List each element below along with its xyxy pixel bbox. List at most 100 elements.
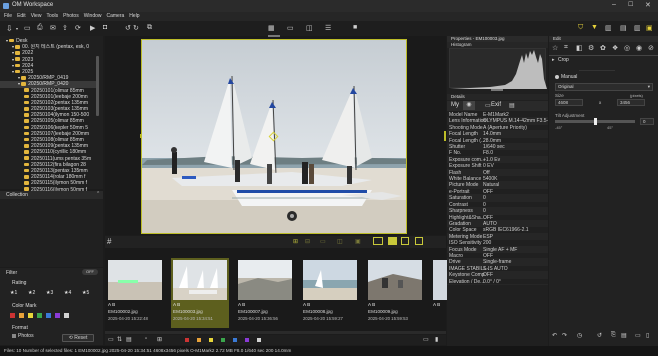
video-icon[interactable]: ▶ [90, 24, 95, 32]
color-mark-button[interactable] [185, 337, 189, 342]
rating-star-5[interactable]: ★5 [82, 290, 100, 296]
filter-toggle[interactable]: OFF [82, 269, 98, 275]
art-tool-icon[interactable]: ❖ [612, 44, 618, 52]
share-icon[interactable]: ⟳ [75, 24, 81, 32]
preview-image[interactable] [141, 39, 407, 234]
paste-edit-icon[interactable]: ▤ [621, 332, 627, 339]
color-mark-swatch[interactable] [10, 313, 15, 319]
slider-icon[interactable]: ⊟ [305, 238, 310, 245]
camera-icon[interactable]: ◘ [103, 24, 107, 31]
crop-tool-icon[interactable]: ⌗ [564, 44, 568, 52]
color-mark-swatch[interactable] [28, 313, 33, 319]
viewer-right-handle[interactable] [444, 131, 446, 141]
view-mode-1-icon[interactable] [373, 237, 383, 245]
stack-icon[interactable]: ⧉ [147, 24, 152, 32]
thumbnail[interactable]: A B EM100008.jpg 2025-04-20 15:59:27 [301, 258, 359, 328]
filter-icon[interactable]: ▼ [591, 24, 598, 31]
delete-icon[interactable]: ▭ [423, 336, 429, 343]
viewer-left-handle[interactable] [140, 134, 142, 138]
tilt-slider-thumb[interactable] [593, 118, 597, 125]
color-mark-button[interactable] [233, 337, 237, 342]
export-edit-icon[interactable]: ▯ [646, 332, 649, 339]
lens-tool-icon[interactable]: ◎ [624, 44, 630, 52]
color-mark-button[interactable] [245, 337, 249, 342]
menu-camera[interactable]: Camera [107, 13, 125, 19]
layout-icon[interactable]: ▥ [605, 24, 612, 32]
menu-edit[interactable]: Edit [17, 13, 26, 19]
reset-edit-icon[interactable]: ↺ [597, 332, 602, 339]
export-icon[interactable]: ⇪ [62, 24, 68, 32]
compare-tool-icon[interactable]: ⊘ [648, 44, 654, 52]
color-mark-button[interactable] [257, 337, 261, 342]
color-mark-swatch[interactable] [37, 313, 42, 319]
undo-icon[interactable]: ↶ [552, 332, 557, 339]
view-single-icon[interactable]: ▭ [287, 24, 294, 32]
color-mark-button[interactable] [221, 337, 225, 342]
thumbnail[interactable]: A B EM100002.jpg 2025-04-20 15:22:48 [106, 258, 164, 328]
menu-tools[interactable]: Tools [46, 13, 58, 19]
eye-tool-icon[interactable]: ◉ [636, 44, 642, 52]
crop-expander-icon[interactable]: ▸ [552, 57, 555, 63]
color-mark-swatch[interactable] [64, 313, 69, 319]
collapse-icon[interactable]: ⌃ [96, 191, 100, 197]
aspect-dropdown[interactable]: Original ▾ [555, 83, 653, 91]
menu-photos[interactable]: Photos [63, 13, 79, 19]
view-mode-3-icon[interactable] [401, 237, 409, 245]
view-mode-2-icon[interactable] [388, 237, 397, 245]
format-photos-checkbox[interactable] [12, 334, 16, 338]
edit-panel-icon[interactable]: ▣ [646, 24, 653, 32]
fit-icon[interactable]: ▣ [355, 238, 361, 245]
details-header[interactable]: Details [447, 94, 548, 100]
tag-icon[interactable]: ⛉ [578, 24, 583, 32]
tab-camera-icon[interactable]: ◉ [463, 101, 475, 110]
color-tool-icon[interactable]: ✿ [600, 44, 606, 52]
save-edit-icon[interactable]: ▭ [635, 332, 641, 339]
tilt-value-field[interactable]: 0 [640, 118, 654, 125]
wb-tool-icon[interactable]: ⚙ [588, 44, 594, 52]
menu-view[interactable]: View [31, 13, 42, 19]
zoom-icon[interactable]: ▭ [320, 238, 326, 245]
viewer-top-handle[interactable] [268, 35, 280, 37]
color-mark-swatch[interactable] [55, 313, 60, 319]
color-mark-swatch[interactable] [19, 313, 24, 319]
star-tool-icon[interactable]: ☆ [552, 44, 558, 52]
filmstrip-scrollbar[interactable] [105, 331, 446, 334]
trash-icon[interactable]: ▮ [435, 336, 438, 343]
view-fullscreen-icon[interactable]: ■ [353, 24, 357, 31]
rating-star-2[interactable]: ★2 [28, 290, 46, 296]
rotate-right-icon[interactable]: ↻ [133, 24, 139, 32]
color-mark-swatch[interactable] [46, 313, 51, 319]
hand-icon[interactable]: ⊞ [293, 238, 298, 245]
rotate-left-icon[interactable]: ↺ [125, 24, 131, 32]
tab-settings-icon[interactable]: ▤ [509, 102, 515, 109]
collection-header[interactable]: Collection ⌃ [0, 191, 103, 199]
menu-help[interactable]: Help [129, 13, 139, 19]
grid-icon[interactable]: # [107, 237, 111, 246]
dropdown-arrow-icon[interactable]: ▾ [16, 26, 18, 31]
panel-divider[interactable] [491, 89, 503, 91]
view-grid-icon[interactable]: ▦ [268, 24, 275, 32]
menu-file[interactable]: File [4, 13, 12, 19]
tone-tool-icon[interactable]: ◧ [576, 44, 583, 52]
tilt-slider[interactable] [555, 118, 635, 125]
tab-exif[interactable]: Exif [491, 102, 501, 108]
menu-window[interactable]: Window [84, 13, 102, 19]
height-field[interactable]: 3456 [617, 99, 645, 106]
compare-icon[interactable]: ◫ [337, 238, 343, 245]
minimize-icon[interactable]: – [612, 1, 616, 8]
size-icon[interactable]: ▫ [145, 336, 147, 342]
print-icon[interactable]: ⎙ [37, 24, 43, 32]
rating-star-4[interactable]: ★4 [64, 290, 82, 296]
maximize-icon[interactable]: ☐ [628, 1, 633, 8]
copy-edit-icon[interactable]: ⎘ [611, 332, 616, 339]
thumb-size-icon[interactable]: ⊞ [157, 336, 162, 343]
view-list-icon[interactable]: ☰ [325, 24, 331, 32]
manual-checkbox[interactable] [555, 75, 559, 79]
rating-star-3[interactable]: ★3 [46, 290, 64, 296]
thumbnail[interactable]: A B EM100007.jpg 2025-04-20 15:36:56 [236, 258, 294, 328]
thumbnail[interactable]: A B EM100003.jpg 2025-04-20 15:34:51 [171, 258, 229, 328]
color-mark-button[interactable] [197, 337, 201, 342]
thumbnail[interactable]: A B EM100009.jpg 2025-04-20 15:59:53 [366, 258, 424, 328]
rating-filter-icon[interactable]: ▭ [108, 336, 114, 343]
color-mark-button[interactable] [209, 337, 213, 342]
